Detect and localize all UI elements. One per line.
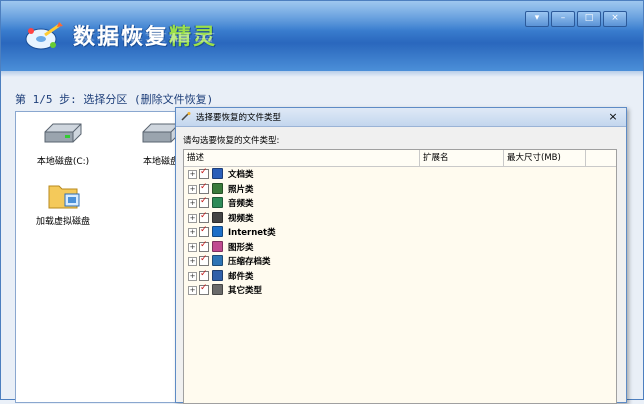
expand-toggle-icon[interactable]: + bbox=[188, 228, 197, 237]
app-header: 数据恢复精灵 数据恢复精灵 ▾ – □ × bbox=[1, 1, 643, 71]
disk-label: 加载虚拟磁盘 bbox=[35, 217, 90, 227]
expand-toggle-icon[interactable]: + bbox=[188, 242, 197, 252]
tree-row[interactable]: + 音频类 bbox=[184, 196, 616, 211]
step-label: 第 1/5 步: 选择分区 (删除文件恢复) bbox=[15, 93, 214, 106]
row-label: 视频类 bbox=[228, 213, 254, 224]
header-separator bbox=[1, 71, 643, 77]
file-type-dialog: 选择要恢复的文件类型 × 请勾选要恢复的文件类型: 描述 扩展名 最大尺寸(MB… bbox=[175, 107, 627, 404]
row-checkbox[interactable] bbox=[199, 254, 209, 266]
hard-disk-icon bbox=[41, 120, 85, 150]
load-virtual-disk-item[interactable]: 加载虚拟磁盘 bbox=[18, 180, 108, 227]
tree-row[interactable]: + 压缩存档类 bbox=[184, 254, 616, 269]
row-checkbox[interactable] bbox=[199, 182, 209, 194]
partition-panel: 本地磁盘(C:) 本地磁盘 加载虚拟磁盘 bbox=[15, 111, 187, 403]
disk-item-c[interactable]: 本地磁盘(C:) bbox=[18, 120, 108, 167]
row-label: 压缩存档类 bbox=[228, 257, 271, 267]
tree-header: 描述 扩展名 最大尺寸(MB) bbox=[184, 150, 616, 167]
close-button[interactable]: × bbox=[603, 11, 627, 27]
row-label: 其它类型 bbox=[228, 286, 263, 296]
window-controls: ▾ – □ × bbox=[525, 11, 627, 27]
folder-virtual-disk-icon bbox=[41, 180, 85, 210]
tree-row[interactable]: + 视频类 bbox=[184, 211, 616, 226]
dialog-body: 请勾选要恢复的文件类型: 描述 扩展名 最大尺寸(MB) + 文档类 + 照片类 + 音频… bbox=[176, 127, 626, 404]
dialog-title: 选择要恢复的文件类型 bbox=[196, 113, 282, 123]
row-label: 文档类 bbox=[228, 170, 254, 180]
row-checkbox[interactable] bbox=[199, 269, 209, 281]
audio-icon bbox=[212, 197, 223, 208]
magic-wand-logo-icon bbox=[25, 22, 63, 50]
row-checkbox[interactable] bbox=[199, 196, 209, 208]
expand-toggle-icon[interactable]: + bbox=[188, 257, 197, 266]
dialog-prompt: 请勾选要恢复的文件类型: bbox=[183, 136, 280, 146]
menu-dropdown-button[interactable]: ▾ bbox=[525, 11, 549, 27]
expand-toggle-icon[interactable]: + bbox=[188, 286, 197, 295]
row-label: 音频类 bbox=[228, 199, 254, 209]
row-checkbox[interactable] bbox=[199, 225, 209, 237]
tree-row[interactable]: + 照片类 bbox=[184, 182, 616, 197]
app-title-reflection-main: 数据恢复 bbox=[73, 31, 170, 43]
expand-toggle-icon[interactable]: + bbox=[188, 170, 197, 179]
dialog-titlebar: 选择要恢复的文件类型 × bbox=[176, 108, 626, 127]
tree-row[interactable]: + 文档类 bbox=[184, 167, 616, 182]
graphics-icon bbox=[212, 240, 223, 252]
dialog-close-button[interactable]: × bbox=[606, 110, 620, 123]
other-file-icon bbox=[212, 284, 223, 295]
word-doc-icon bbox=[212, 168, 223, 179]
row-label: 邮件类 bbox=[228, 271, 254, 282]
row-label: Internet类 bbox=[228, 228, 276, 238]
maximize-button[interactable]: □ bbox=[577, 11, 601, 27]
main-window: 数据恢复精灵 数据恢复精灵 ▾ – □ × 第 1/5 步: 选择分区 (删除文… bbox=[0, 0, 644, 404]
app-title-reflection-accent: 精灵 bbox=[169, 31, 218, 43]
row-label: 图形类 bbox=[228, 242, 254, 253]
tree-row[interactable]: + 图形类 bbox=[184, 240, 616, 255]
column-header-description[interactable]: 描述 bbox=[184, 150, 420, 166]
archive-icon bbox=[212, 255, 223, 266]
column-header-max-size[interactable]: 最大尺寸(MB) bbox=[504, 150, 586, 166]
magic-wand-icon bbox=[181, 112, 191, 121]
row-checkbox[interactable] bbox=[199, 240, 209, 252]
row-checkbox[interactable] bbox=[199, 211, 209, 223]
tree-row[interactable]: + Internet类 bbox=[184, 225, 616, 240]
photo-icon bbox=[212, 182, 223, 194]
mail-icon bbox=[212, 269, 223, 281]
tree-row[interactable]: + 邮件类 bbox=[184, 269, 616, 284]
file-type-tree: 描述 扩展名 最大尺寸(MB) + 文档类 + 照片类 + 音频类 + 视频类 + Interne… bbox=[183, 149, 617, 404]
tree-rows: + 文档类 + 照片类 + 音频类 + 视频类 + Internet类 + 图形类 + 压缩存档类 + 邮件类… bbox=[184, 167, 616, 298]
row-checkbox[interactable] bbox=[199, 283, 209, 295]
expand-toggle-icon[interactable]: + bbox=[188, 271, 197, 281]
row-checkbox[interactable] bbox=[199, 167, 209, 179]
minimize-button[interactable]: – bbox=[551, 11, 575, 27]
internet-icon bbox=[212, 226, 223, 237]
column-header-extension[interactable]: 扩展名 bbox=[420, 150, 504, 166]
app-title-reflection: 数据恢复精灵 bbox=[73, 31, 217, 45]
expand-toggle-icon[interactable]: + bbox=[188, 213, 197, 223]
expand-toggle-icon[interactable]: + bbox=[188, 199, 197, 208]
disk-label: 本地磁盘(C:) bbox=[36, 157, 90, 167]
tree-row[interactable]: + 其它类型 bbox=[184, 283, 616, 298]
row-label: 照片类 bbox=[228, 184, 254, 195]
video-icon bbox=[212, 211, 223, 223]
expand-toggle-icon[interactable]: + bbox=[188, 184, 197, 194]
